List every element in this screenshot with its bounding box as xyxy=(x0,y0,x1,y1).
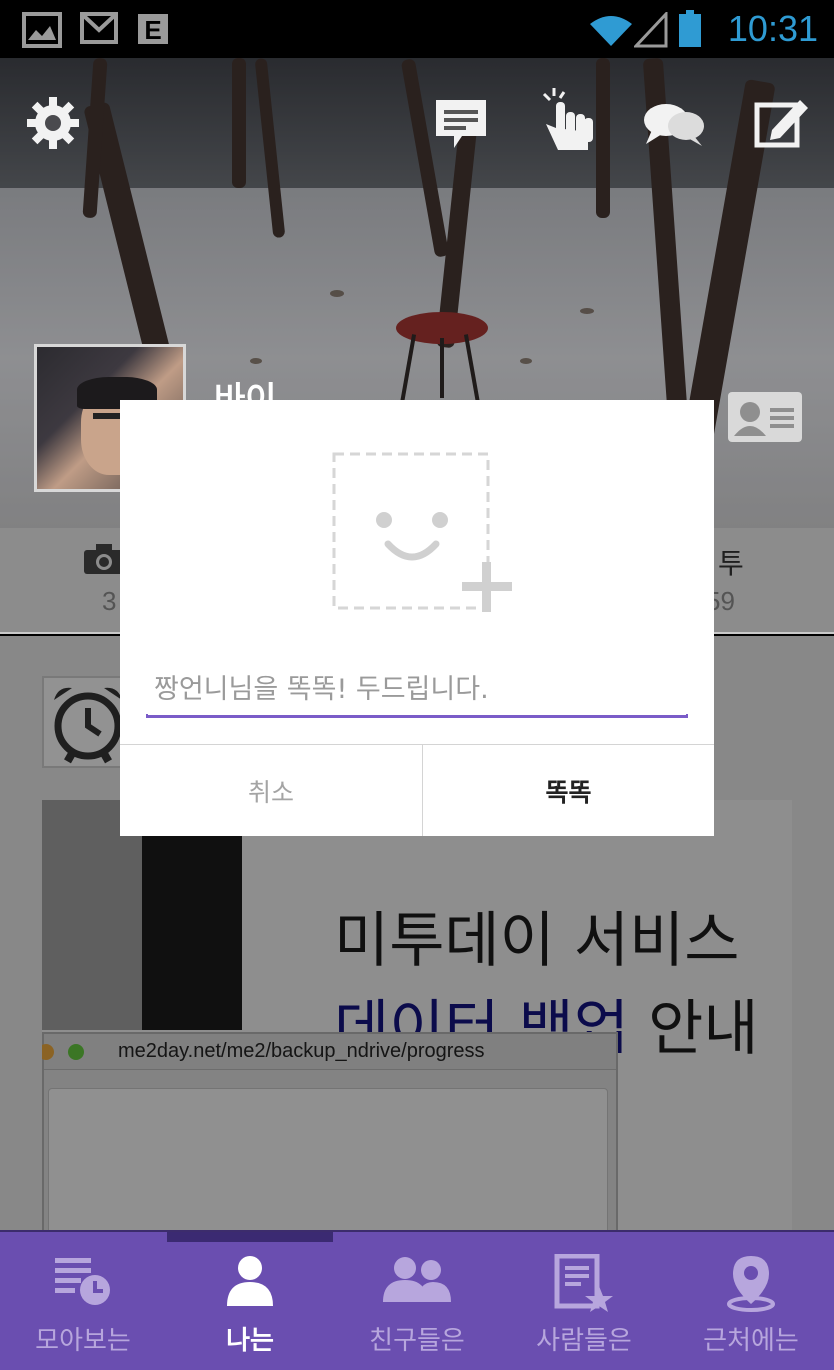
signal-icon xyxy=(634,12,668,48)
cancel-button[interactable]: 취소 xyxy=(120,745,422,836)
feed-clock-icon xyxy=(55,1258,110,1305)
nav-tab-me[interactable]: 나는 xyxy=(167,1232,333,1370)
compose-icon[interactable] xyxy=(754,96,810,148)
settings-icon[interactable] xyxy=(26,96,80,150)
bottom-navigation: 모아보는 나는 친구들은 사람들은 근처에는 xyxy=(0,1230,834,1370)
location-pin-icon xyxy=(727,1256,775,1312)
nav-label-nearby: 근처에는 xyxy=(703,1326,799,1356)
poke-icon[interactable] xyxy=(538,88,596,154)
gmail-icon xyxy=(80,12,118,44)
add-photo-placeholder-icon[interactable] xyxy=(332,452,516,632)
status-clock: 10:31 xyxy=(727,8,818,49)
message-icon[interactable] xyxy=(434,98,488,150)
profile-card-button[interactable] xyxy=(728,392,802,442)
person-icon xyxy=(227,1256,273,1306)
nav-label-me: 나는 xyxy=(226,1326,274,1356)
nav-label-feed: 모아보는 xyxy=(35,1326,131,1356)
nav-tab-people[interactable]: 사람들은 xyxy=(501,1232,667,1370)
gallery-icon xyxy=(22,12,62,48)
chat-icon[interactable] xyxy=(642,100,706,150)
svg-text:E: E xyxy=(144,15,161,45)
poke-confirm-button[interactable]: 똑똑 xyxy=(423,745,714,836)
starred-list-icon xyxy=(554,1254,613,1312)
poke-dialog: 취소 똑똑 xyxy=(120,400,714,836)
edge-icon: E xyxy=(138,14,168,45)
nav-label-friends: 친구들은 xyxy=(369,1326,465,1356)
status-bar: E 10:31 xyxy=(0,0,834,58)
input-underline xyxy=(146,714,688,718)
nav-label-people: 사람들은 xyxy=(536,1326,632,1356)
nav-tab-friends[interactable]: 친구들은 xyxy=(334,1232,500,1370)
nav-tab-feed[interactable]: 모아보는 xyxy=(0,1232,166,1370)
battery-icon xyxy=(679,10,701,47)
poke-message-input[interactable] xyxy=(146,658,688,720)
wifi-icon xyxy=(590,16,632,46)
nav-tab-nearby[interactable]: 근처에는 xyxy=(668,1232,834,1370)
contact-card-icon xyxy=(734,402,794,436)
friends-icon xyxy=(383,1257,451,1302)
